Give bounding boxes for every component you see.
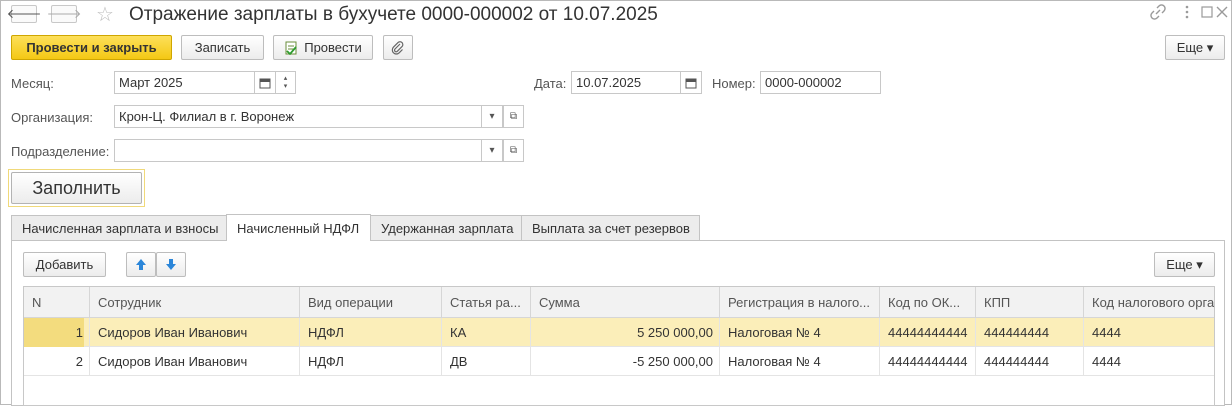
document-window: 🡐 🡒 ☆ Отражение зарплаты в бухучете 0000… (0, 0, 1232, 406)
department-open-button[interactable]: ⧉ (503, 139, 524, 162)
move-up-button[interactable] (126, 252, 156, 277)
month-field[interactable]: Март 2025 (114, 71, 255, 94)
date-label: Дата: (534, 76, 567, 91)
number-label: Номер: (712, 76, 756, 91)
arrow-left-icon: 🡐 (6, 6, 42, 21)
vertical-dots-icon[interactable] (1184, 4, 1190, 25)
date-calendar-button[interactable] (680, 71, 702, 94)
attach-button[interactable] (383, 35, 413, 60)
cell-employee[interactable]: Сидоров Иван Иванович (90, 347, 300, 376)
table-header: N Сотрудник Вид операции Статья ра... Су… (24, 287, 1214, 318)
add-row-button[interactable]: Добавить (23, 252, 106, 277)
calendar-icon (685, 77, 697, 89)
cell-okato[interactable]: 44444444444 (880, 347, 976, 376)
cell-operation[interactable]: НДФЛ (300, 318, 442, 347)
post-button-label: Провести (304, 40, 362, 55)
arrow-up-icon (135, 258, 147, 271)
column-header-article[interactable]: Статья ра... (442, 287, 531, 318)
column-header-employee[interactable]: Сотрудник (90, 287, 300, 318)
column-header-registration[interactable]: Регистрация в налого... (720, 287, 880, 318)
column-header-amount[interactable]: Сумма (531, 287, 720, 318)
department-field[interactable] (114, 139, 482, 162)
cell-n[interactable]: 2 (24, 347, 90, 376)
post-button[interactable]: Провести (273, 35, 373, 60)
organization-dropdown-button[interactable]: ▾ (481, 105, 503, 128)
cell-amount[interactable]: 5 250 000,00 (531, 318, 720, 347)
column-header-tax-code[interactable]: Код налогового орга (1084, 287, 1214, 318)
calendar-button[interactable] (254, 71, 276, 94)
department-dropdown-button[interactable]: ▾ (481, 139, 503, 162)
organization-field[interactable]: Крон-Ц. Филиал в г. Воронеж (114, 105, 482, 128)
move-down-button[interactable] (156, 252, 186, 277)
open-window-icon: ⧉ (509, 145, 518, 156)
date-field[interactable]: 10.07.2025 (571, 71, 681, 94)
organization-open-button[interactable]: ⧉ (503, 105, 524, 128)
open-window-icon: ⧉ (509, 111, 518, 122)
more-button[interactable]: Еще ▾ (1165, 35, 1225, 60)
chevron-down-icon: ▾ (489, 145, 495, 156)
cell-tax-code[interactable]: 4444 (1084, 318, 1214, 347)
column-header-okato[interactable]: Код по ОК... (880, 287, 976, 318)
cell-okato[interactable]: 44444444444 (880, 318, 976, 347)
post-and-close-button[interactable]: Провести и закрыть (11, 35, 172, 60)
cell-amount[interactable]: -5 250 000,00 (531, 347, 720, 376)
paperclip-icon (391, 40, 405, 55)
close-icon[interactable] (1216, 4, 1228, 25)
column-header-n[interactable]: N (24, 287, 90, 318)
star-icon[interactable]: ☆ (96, 2, 114, 27)
cell-tax-code[interactable]: 4444 (1084, 347, 1214, 376)
month-label: Месяц: (11, 76, 54, 91)
ndfl-table: N Сотрудник Вид операции Статья ра... Су… (23, 286, 1215, 406)
stepper-down-icon[interactable]: ▾ (284, 83, 288, 91)
stepper-up-icon[interactable]: ▴ (284, 75, 288, 83)
cell-operation[interactable]: НДФЛ (300, 347, 442, 376)
cell-article[interactable]: ДВ (442, 347, 531, 376)
back-button[interactable]: 🡐 (7, 5, 41, 23)
arrow-right-icon: 🡒 (46, 6, 82, 21)
organization-label: Организация: (11, 110, 94, 125)
department-label: Подразделение: (11, 144, 110, 159)
table-row[interactable]: 1 Сидоров Иван Иванович НДФЛ КА 5 250 00… (24, 318, 1214, 347)
page-title: Отражение зарплаты в бухучете 0000-00000… (129, 4, 658, 25)
cell-kpp[interactable]: 444444444 (976, 347, 1084, 376)
tab-accrued-salary[interactable]: Начисленная зарплата и взносы (11, 215, 227, 241)
fill-button[interactable]: Заполнить (11, 172, 142, 204)
cell-employee[interactable]: Сидоров Иван Иванович (90, 318, 300, 347)
fill-button-focus-frame: Заполнить (8, 169, 145, 207)
cell-registration[interactable]: Налоговая № 4 (720, 347, 880, 376)
post-document-icon (284, 41, 298, 55)
tab-accrued-ndfl[interactable]: Начисленный НДФЛ (226, 214, 371, 241)
maximize-icon[interactable] (1201, 4, 1213, 25)
number-field[interactable]: 0000-000002 (760, 71, 881, 94)
calendar-icon (259, 77, 271, 89)
tab-reserve-payments[interactable]: Выплата за счет резервов (521, 215, 700, 241)
cell-kpp[interactable]: 444444444 (976, 318, 1084, 347)
chevron-down-icon: ▾ (489, 111, 495, 122)
save-button[interactable]: Записать (181, 35, 264, 60)
link-icon[interactable] (1150, 4, 1166, 25)
month-stepper[interactable]: ▴ ▾ (275, 71, 296, 94)
column-header-operation[interactable]: Вид операции (300, 287, 442, 318)
cell-article[interactable]: КА (442, 318, 531, 347)
table-more-button[interactable]: Еще ▾ (1154, 252, 1215, 277)
column-header-kpp[interactable]: КПП (976, 287, 1084, 318)
cell-registration[interactable]: Налоговая № 4 (720, 318, 880, 347)
tab-withheld-salary[interactable]: Удержанная зарплата (370, 215, 522, 241)
table-row[interactable]: 2 Сидоров Иван Иванович НДФЛ ДВ -5 250 0… (24, 347, 1214, 376)
cell-n[interactable]: 1 (24, 318, 90, 347)
arrow-down-icon (165, 258, 177, 271)
forward-button[interactable]: 🡒 (47, 5, 81, 23)
